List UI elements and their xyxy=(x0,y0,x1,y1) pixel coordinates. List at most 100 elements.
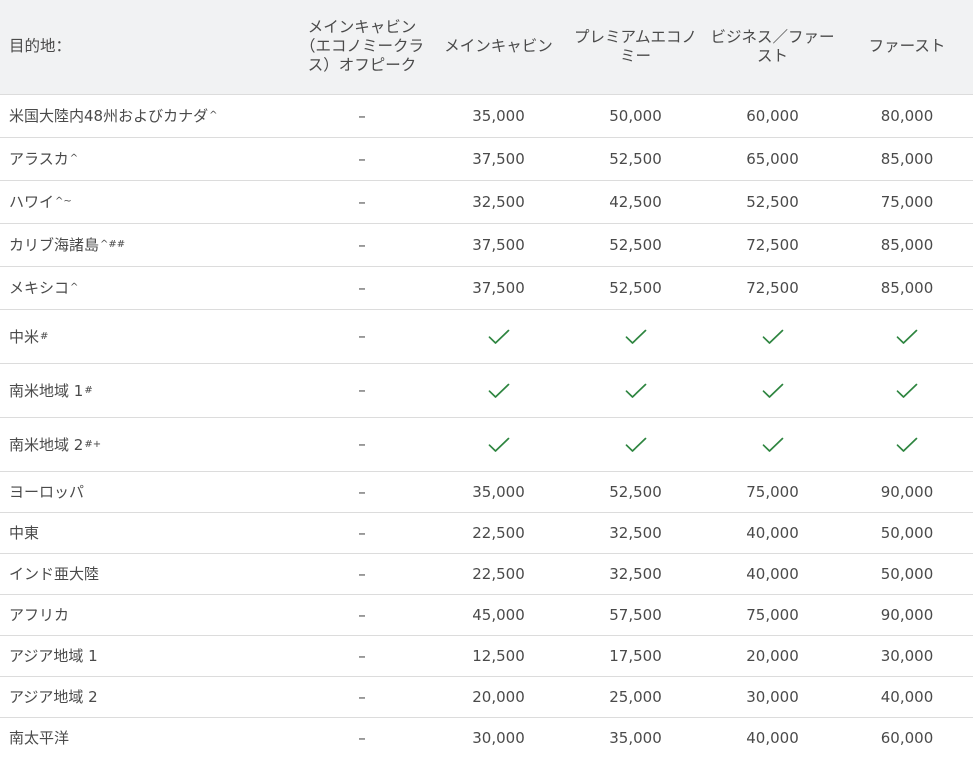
footnote-mark: ^ xyxy=(69,153,79,164)
business-first-cell: 52,500 xyxy=(704,179,841,223)
first-cell: 40,000 xyxy=(841,675,973,717)
business-first-cell xyxy=(704,416,841,471)
table-row: ヨーロッパ –35,000 52,500 75,000 90,000 xyxy=(0,470,973,512)
header-first: ファースト xyxy=(868,37,946,56)
offpeak-cell: – xyxy=(294,511,430,553)
premium-economy-cell: 52,500 xyxy=(567,222,704,266)
premium-economy-cell xyxy=(567,416,704,471)
destination-cell: ハワイ^~ xyxy=(0,179,294,223)
business-first-cell: 65,000 xyxy=(704,136,841,180)
destination-cell: 南米地域 1# xyxy=(0,362,294,417)
premium-economy-cell: 17,500 xyxy=(567,634,704,676)
award-chart-table: 目的地： メインキャビン（エコノミークラス）オフピーク メインキャビン プレミア… xyxy=(0,0,973,758)
footnote-mark: # xyxy=(84,384,93,396)
destination-name: カリブ海諸島 xyxy=(9,236,100,254)
premium-economy-cell: 25,000 xyxy=(567,675,704,717)
destination-name: アフリカ xyxy=(9,606,70,624)
destination-cell: メキシコ^ xyxy=(0,265,294,309)
first-cell xyxy=(841,308,973,363)
checkmark-icon xyxy=(762,329,783,344)
table-row: 南米地域 1# – xyxy=(0,362,973,417)
first-cell: 90,000 xyxy=(841,470,973,512)
checkmark-icon xyxy=(896,329,918,344)
offpeak-cell: – xyxy=(294,634,430,676)
table-row: ハワイ^~ –32,500 42,500 52,500 75,000 xyxy=(0,179,973,223)
footnote-mark: ^ xyxy=(209,110,218,121)
offpeak-cell: – xyxy=(294,675,430,717)
footnote-mark: ^ xyxy=(70,282,79,293)
checkmark-icon xyxy=(762,437,783,452)
offpeak-cell: – xyxy=(294,552,430,594)
destination-name: 南米地域 2 xyxy=(9,435,84,454)
premium-economy-cell: 32,500 xyxy=(567,552,704,594)
table-row: アラスカ^ –37,500 52,500 65,000 85,000 xyxy=(0,136,973,180)
table-row: 南米地域 2#+ – xyxy=(0,416,973,471)
main-cabin-cell: 20,000 xyxy=(430,675,567,717)
first-cell: 50,000 xyxy=(841,552,973,594)
destination-name: メキシコ xyxy=(9,279,70,297)
main-cabin-cell: 37,500 xyxy=(430,222,567,266)
main-cabin-cell: 37,500 xyxy=(430,265,567,309)
premium-economy-cell: 52,500 xyxy=(567,265,704,309)
main-cabin-cell: 37,500 xyxy=(430,136,567,180)
table-row: 南太平洋 –30,000 35,000 40,000 60,000 xyxy=(0,716,973,758)
business-first-cell: 75,000 xyxy=(704,470,841,512)
offpeak-cell: – xyxy=(294,593,430,635)
offpeak-cell: – xyxy=(294,416,430,471)
checkmark-icon xyxy=(896,383,918,398)
first-cell: 85,000 xyxy=(841,136,973,180)
business-first-cell: 40,000 xyxy=(704,511,841,553)
destination-name: 米国大陸内48州およびカナダ xyxy=(9,107,209,125)
main-cabin-cell: 32,500 xyxy=(430,179,567,223)
table-row: アジア地域 2 –20,000 25,000 30,000 40,000 xyxy=(0,675,973,717)
premium-economy-cell xyxy=(567,362,704,417)
checkmark-icon xyxy=(488,437,509,452)
business-first-cell: 40,000 xyxy=(704,552,841,594)
main-cabin-cell xyxy=(430,362,567,417)
main-cabin-cell xyxy=(430,308,567,363)
destination-cell: 中米# xyxy=(0,308,294,363)
first-cell: 85,000 xyxy=(841,222,973,266)
main-cabin-cell: 45,000 xyxy=(430,593,567,635)
first-cell xyxy=(841,416,973,471)
offpeak-cell: – xyxy=(294,362,430,417)
header-business-first: ビジネス／ファースト xyxy=(710,27,835,65)
offpeak-cell: – xyxy=(294,222,430,266)
offpeak-cell: – xyxy=(294,93,430,137)
checkmark-icon xyxy=(488,329,509,344)
destination-cell: 米国大陸内48州およびカナダ^ xyxy=(0,93,294,137)
business-first-cell: 30,000 xyxy=(704,675,841,717)
offpeak-cell: – xyxy=(294,136,430,180)
destination-cell: アラスカ^ xyxy=(0,136,294,180)
checkmark-icon xyxy=(762,383,783,398)
checkmark-icon xyxy=(625,437,646,452)
premium-economy-cell: 32,500 xyxy=(567,511,704,553)
business-first-cell: 60,000 xyxy=(704,93,841,137)
business-first-cell xyxy=(704,308,841,363)
premium-economy-cell: 35,000 xyxy=(567,716,704,758)
table-header: 目的地： メインキャビン（エコノミークラス）オフピーク メインキャビン プレミア… xyxy=(0,0,973,94)
table-row: インド亜大陸 –22,500 32,500 40,000 50,000 xyxy=(0,552,973,594)
first-cell: 30,000 xyxy=(841,634,973,676)
destination-cell: アジア地域 2 xyxy=(0,675,294,717)
destination-cell: アジア地域 1 xyxy=(0,634,294,676)
first-cell: 50,000 xyxy=(841,511,973,553)
destination-cell: 南米地域 2#+ xyxy=(0,416,294,471)
destination-cell: ヨーロッパ xyxy=(0,470,294,512)
offpeak-cell: – xyxy=(294,179,430,223)
destination-name: ヨーロッパ xyxy=(9,483,85,501)
destination-cell: アフリカ xyxy=(0,593,294,635)
business-first-cell xyxy=(704,362,841,417)
table-body: 米国大陸内48州およびカナダ^ –35,000 50,000 60,000 80,000… xyxy=(0,93,973,758)
first-cell: 60,000 xyxy=(841,716,973,758)
footnote-mark: ^~ xyxy=(55,196,72,207)
offpeak-cell: – xyxy=(294,265,430,309)
main-cabin-cell: 35,000 xyxy=(430,93,567,137)
header-row: 目的地： メインキャビン（エコノミークラス）オフピーク メインキャビン プレミア… xyxy=(0,0,973,94)
first-cell xyxy=(841,362,973,417)
offpeak-cell: – xyxy=(294,308,430,363)
destination-cell: 中東 xyxy=(0,511,294,553)
premium-economy-cell: 52,500 xyxy=(567,136,704,180)
main-cabin-cell: 30,000 xyxy=(430,716,567,758)
table-row: メキシコ^ –37,500 52,500 72,500 85,000 xyxy=(0,265,973,309)
